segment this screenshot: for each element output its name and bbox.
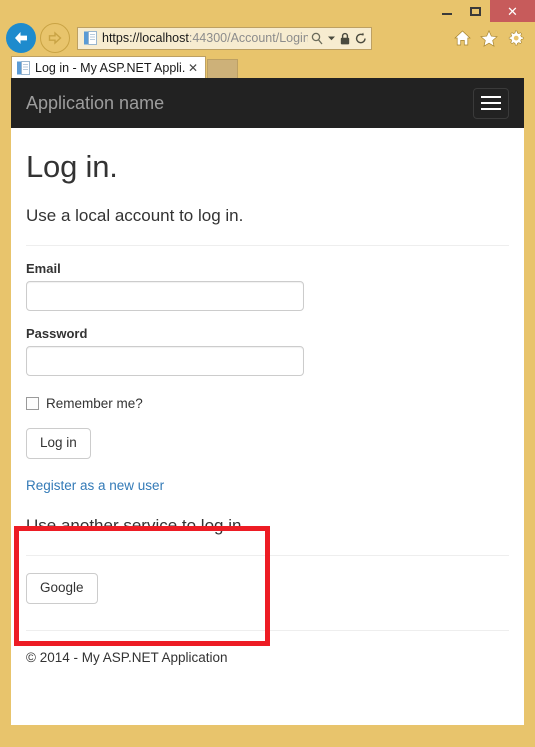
maximize-button[interactable] — [461, 0, 490, 22]
external-login-subtitle: Use another service to log in. — [26, 515, 247, 535]
password-label: Password — [26, 326, 88, 341]
submit-row: Log in — [26, 411, 509, 459]
hamburger-bar-2 — [481, 102, 501, 104]
address-bar-icons — [308, 32, 367, 45]
hamburger-bar-3 — [481, 108, 501, 110]
url-text: https://localhost:44300/Account/Login — [102, 31, 308, 45]
search-magnifier-icon[interactable] — [311, 32, 323, 45]
divider-top — [26, 245, 509, 246]
email-form-group: Email — [26, 261, 509, 311]
back-arrow-icon — [15, 32, 27, 44]
url-path: :44300/Account/Login — [188, 31, 308, 45]
page-viewport: Application name Log in. Use a local acc… — [11, 78, 524, 725]
login-form: Email Password Remember me? Log in Regis… — [26, 261, 509, 495]
hamburger-bar-1 — [481, 96, 501, 98]
local-login-subtitle: Use a local account to log in. — [26, 206, 244, 225]
tab-strip: Log in - My ASP.NET Appli... ✕ — [0, 54, 535, 79]
page-document-icon — [84, 31, 97, 45]
page-title: Log in. — [26, 149, 118, 184]
page-document-icon — [17, 61, 30, 75]
register-link[interactable]: Register as a new user — [26, 478, 164, 493]
minimize-icon — [441, 13, 452, 15]
remember-me-checkbox[interactable] — [26, 397, 39, 410]
register-row: Register as a new user — [26, 459, 509, 495]
browser-window: ✕ https://localhost:44300/Account/Login — [0, 0, 535, 747]
site-navbar: Application name — [11, 78, 524, 128]
email-label: Email — [26, 261, 61, 276]
google-login-button[interactable]: Google — [26, 572, 98, 604]
chevron-down-icon[interactable] — [328, 36, 335, 41]
brand-label[interactable]: Application name — [26, 93, 164, 114]
new-tab-button[interactable] — [207, 59, 238, 79]
maximize-icon — [470, 6, 481, 16]
browser-tab-login[interactable]: Log in - My ASP.NET Appli... ✕ — [11, 56, 206, 79]
password-form-group: Password — [26, 326, 509, 376]
navbar-toggle-button[interactable] — [473, 87, 509, 119]
gear-settings-icon[interactable] — [507, 29, 524, 47]
divider-footer — [26, 629, 509, 631]
window-controls: ✕ — [432, 0, 535, 22]
url-host: https://localhost — [102, 31, 189, 45]
page-content: Log in. Use a local account to log in. E… — [11, 149, 524, 665]
email-input[interactable] — [26, 281, 304, 311]
close-button[interactable]: ✕ — [490, 0, 535, 22]
browser-tool-icons — [454, 29, 524, 47]
title-bar: ✕ — [0, 0, 535, 22]
log-in-button[interactable]: Log in — [26, 428, 91, 459]
padlock-secure-icon[interactable] — [340, 32, 350, 45]
back-button[interactable] — [6, 23, 36, 53]
remember-me-row[interactable]: Remember me? — [26, 396, 509, 411]
refresh-icon[interactable] — [355, 32, 367, 45]
home-icon[interactable] — [454, 30, 471, 46]
address-bar[interactable]: https://localhost:44300/Account/Login — [77, 26, 372, 50]
divider-external — [26, 554, 509, 556]
forward-arrow-icon — [48, 31, 62, 45]
star-favorites-icon[interactable] — [480, 29, 498, 47]
tab-title: Log in - My ASP.NET Appli... — [35, 61, 186, 75]
footer-copyright: © 2014 - My ASP.NET Application — [26, 649, 228, 665]
tab-close-icon[interactable]: ✕ — [186, 61, 200, 75]
remember-me-label: Remember me? — [46, 396, 143, 411]
external-login-section: Use another service to log in. Google — [26, 516, 509, 604]
close-icon: ✕ — [507, 3, 518, 19]
forward-button[interactable] — [40, 23, 70, 53]
minimize-button[interactable] — [432, 0, 461, 22]
password-input[interactable] — [26, 346, 304, 376]
browser-toolbar: https://localhost:44300/Account/Login — [0, 22, 535, 54]
